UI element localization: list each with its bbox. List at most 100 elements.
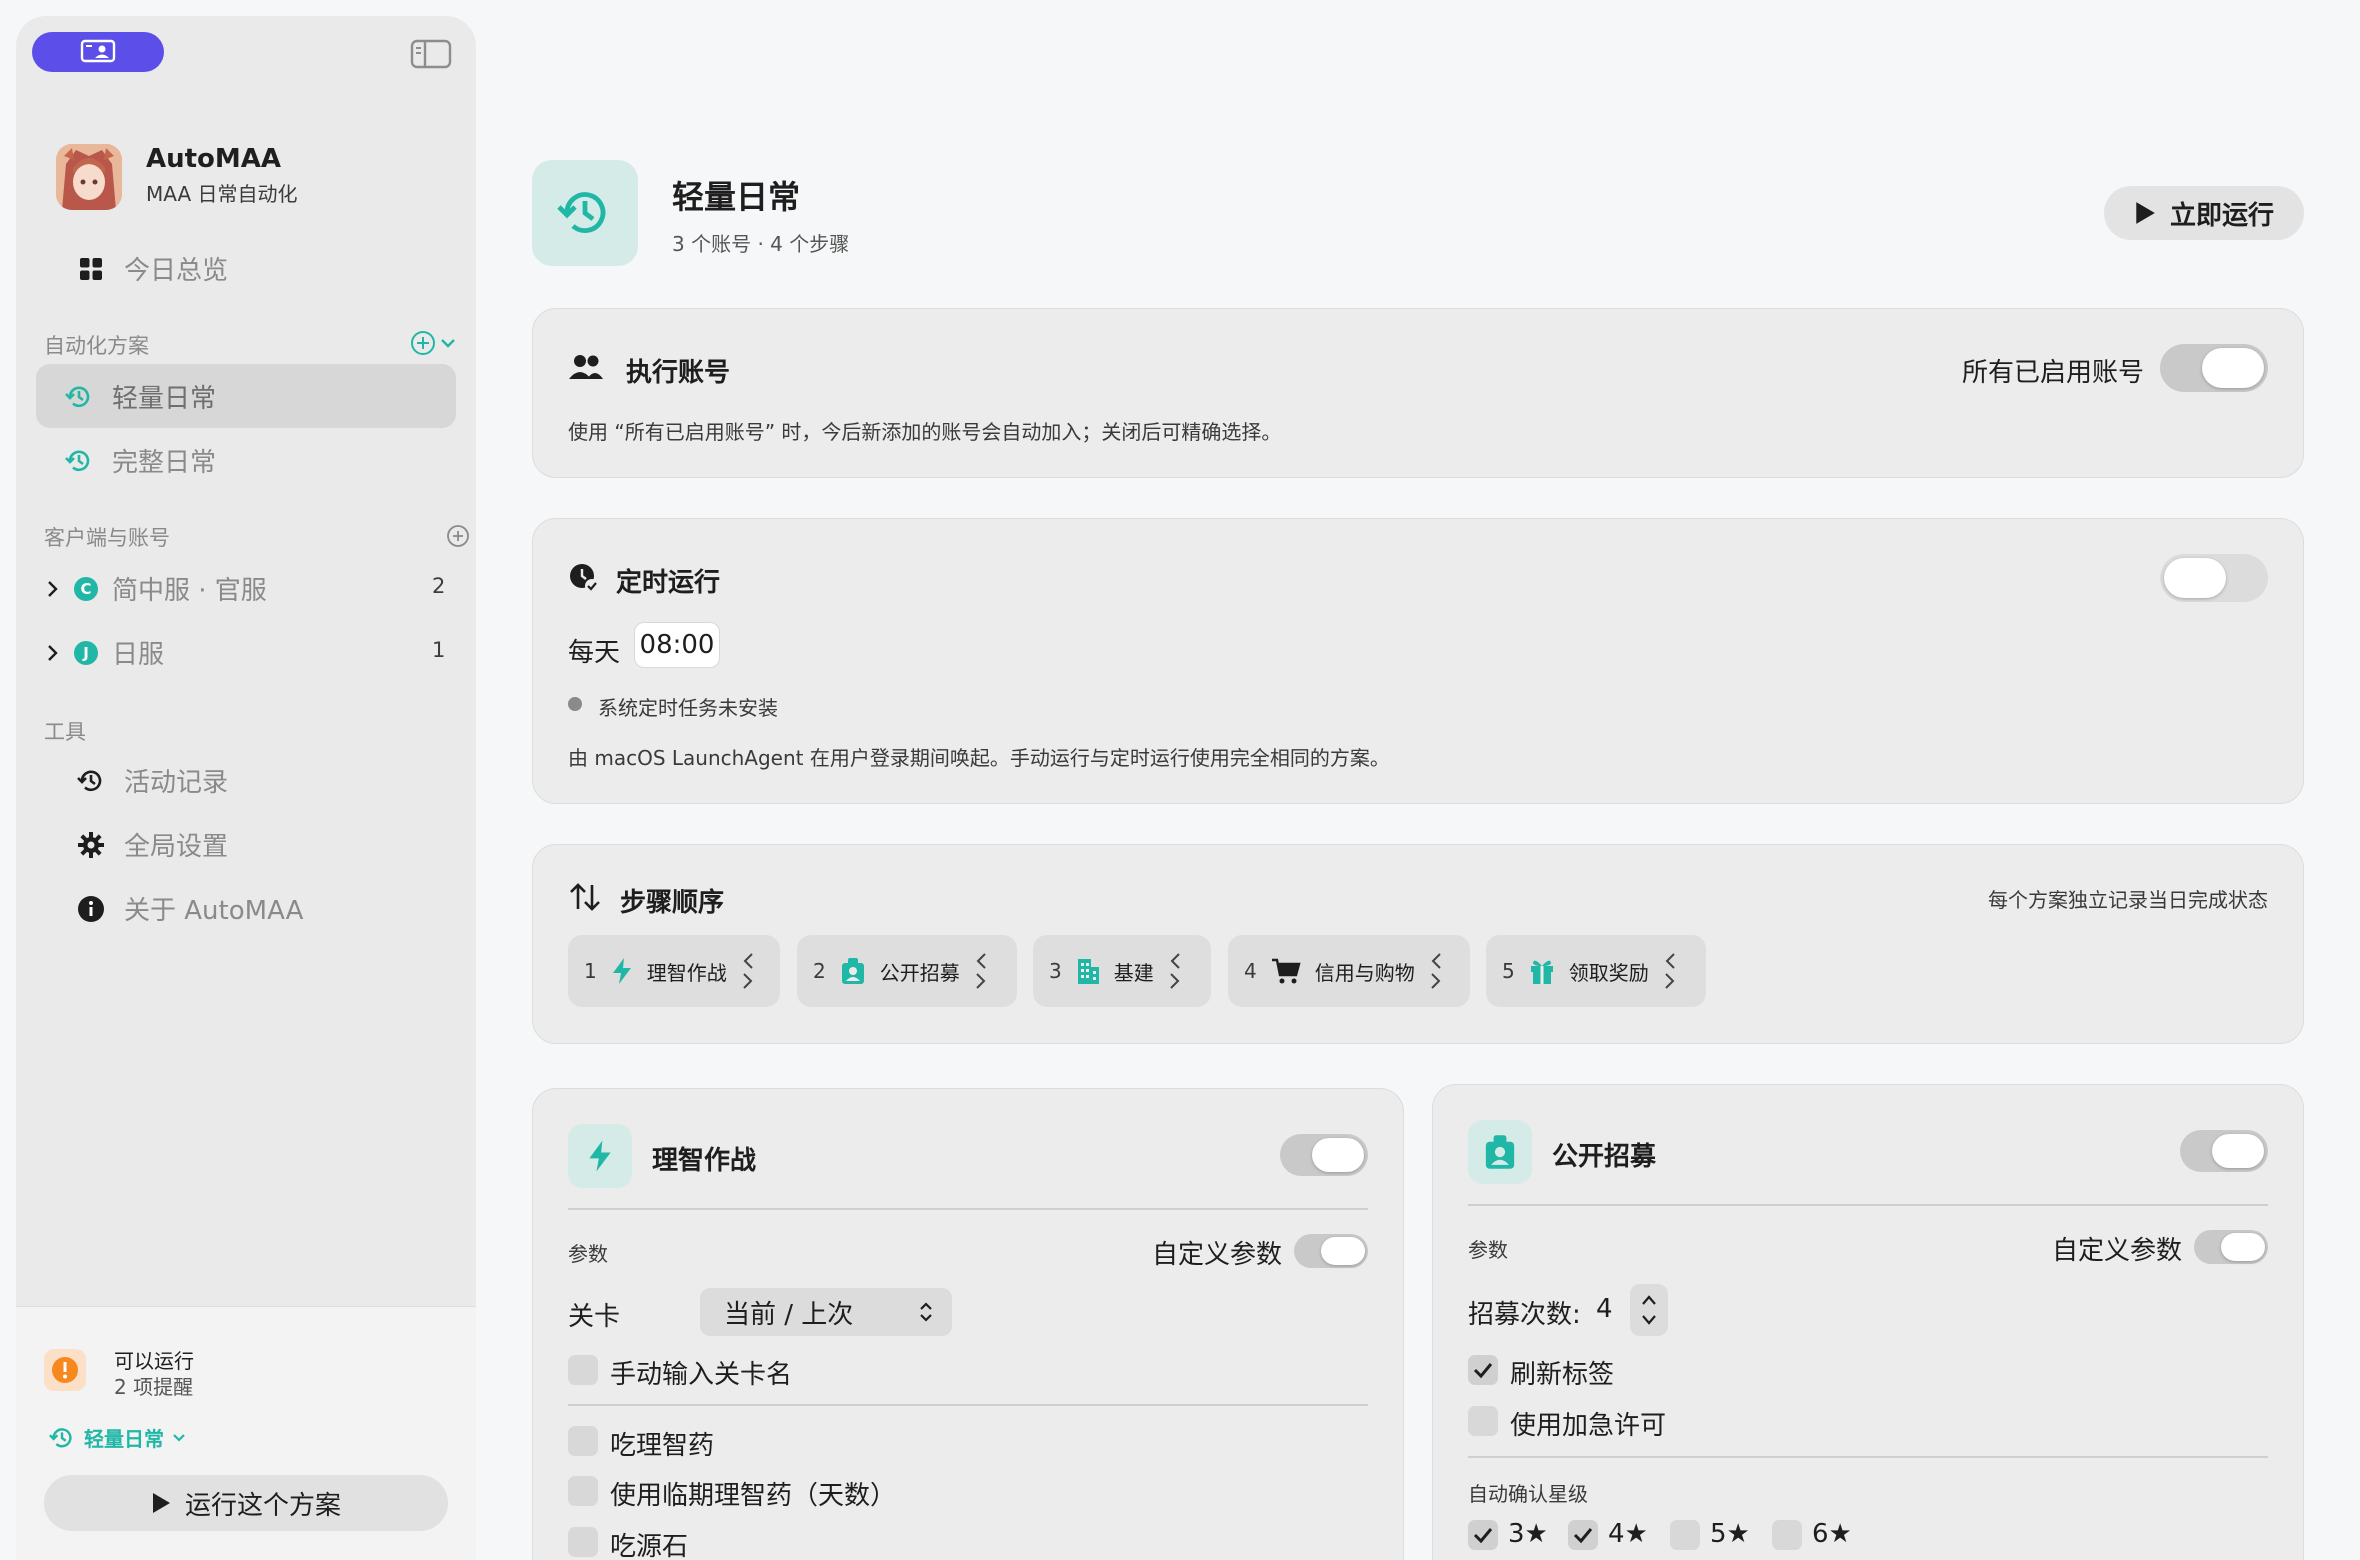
tools-section-title: 工具 <box>44 720 86 744</box>
recruit-custom-toggle[interactable] <box>2194 1230 2268 1264</box>
sidebar-footer: 可以运行 2 项提醒 轻量日常 运行这个方案 <box>16 1306 476 1560</box>
divider <box>568 1404 1368 1406</box>
play-icon <box>2136 202 2155 224</box>
refresh-tags-checkbox[interactable] <box>1468 1355 1498 1385</box>
divider <box>1468 1456 2268 1458</box>
client-label: 日服 <box>112 640 165 670</box>
automation-section-title: 自动化方案 <box>44 334 149 358</box>
history-icon <box>64 446 94 476</box>
add-plan-button[interactable] <box>410 330 456 356</box>
step-label: 基建 <box>1113 960 1154 985</box>
recruit-icon <box>1485 1135 1515 1169</box>
divider <box>568 1208 1368 1210</box>
sidebar-toggle-button[interactable] <box>410 38 452 70</box>
all-accounts-toggle[interactable] <box>2160 344 2268 392</box>
schedule-time-field[interactable]: 08:00 <box>634 622 720 668</box>
page-title: 轻量日常 <box>672 178 801 216</box>
recruit-times-stepper[interactable] <box>1630 1284 1668 1336</box>
client-label: 简中服 · 官服 <box>112 576 267 606</box>
reorder-chevrons-icon[interactable] <box>741 951 755 991</box>
building-icon <box>1077 959 1099 984</box>
status-title: 可以运行 <box>114 1349 194 1373</box>
star5-checkbox[interactable] <box>1670 1520 1700 1550</box>
client-item-cn[interactable]: C 简中服 · 官服 <box>46 570 267 607</box>
recruit-icon <box>841 958 864 984</box>
run-now-label: 立即运行 <box>2169 200 2274 231</box>
schedule-status: 系统定时任务未安装 <box>598 696 778 720</box>
recruit-enable-toggle[interactable] <box>2180 1130 2268 1172</box>
current-plan-selector[interactable]: 轻量日常 <box>48 1423 186 1452</box>
tool-item-activity[interactable]: 活动记录 <box>76 762 228 799</box>
reorder-chevrons-icon[interactable] <box>974 951 988 991</box>
tool-item-about[interactable]: 关于 AutoMAA <box>76 890 303 927</box>
step-chip[interactable]: 2 公开招募 <box>797 935 1017 1007</box>
checkmark-icon <box>1473 1363 1493 1379</box>
add-client-button[interactable] <box>446 524 470 548</box>
use-originium-checkbox[interactable] <box>568 1527 598 1557</box>
app-name: AutoMAA <box>146 144 282 174</box>
bolt-icon <box>589 1140 611 1172</box>
recruit-custom-label: 自定义参数 <box>2052 1236 2183 1266</box>
bolt-icon <box>612 958 631 984</box>
stage-select-value: 当前 / 上次 <box>724 1299 854 1330</box>
stage-select[interactable]: 当前 / 上次 <box>700 1288 952 1336</box>
recruit-card-icon <box>1468 1120 1532 1184</box>
star6-checkbox[interactable] <box>1772 1520 1802 1550</box>
run-plan-button[interactable]: 运行这个方案 <box>44 1475 448 1531</box>
sort-arrows-icon <box>570 883 600 911</box>
chevron-right-icon <box>48 644 58 661</box>
step-chip[interactable]: 4 信用与购物 <box>1228 935 1470 1007</box>
step-label: 理智作战 <box>646 960 727 985</box>
accounts-card <box>532 308 2304 478</box>
use-expiring-potion-checkbox[interactable] <box>568 1476 598 1506</box>
step-label: 信用与购物 <box>1314 960 1415 985</box>
step-number: 2 <box>813 959 826 983</box>
reorder-chevrons-icon[interactable] <box>1663 951 1677 991</box>
step-chip[interactable]: 3 基建 <box>1033 935 1211 1007</box>
schedule-toggle[interactable] <box>2160 554 2268 602</box>
combat-custom-label: 自定义参数 <box>1152 1240 1283 1270</box>
cart-icon <box>1271 958 1301 984</box>
tool-item-settings[interactable]: 全局设置 <box>76 826 228 863</box>
manual-stage-checkbox[interactable] <box>568 1355 598 1385</box>
nav-overview[interactable]: 今日总览 <box>76 250 228 287</box>
reorder-chevrons-icon[interactable] <box>1168 951 1182 991</box>
chevron-right-icon <box>48 580 58 597</box>
combat-title: 理智作战 <box>652 1146 757 1176</box>
option-label: 吃理智药 <box>610 1431 715 1461</box>
app-avatar <box>56 144 122 210</box>
step-chip[interactable]: 5 领取奖励 <box>1486 935 1706 1007</box>
star3-checkbox[interactable] <box>1468 1520 1498 1550</box>
combat-custom-toggle[interactable] <box>1294 1234 1368 1268</box>
confirm-stars-label: 自动确认星级 <box>1468 1482 1588 1506</box>
play-icon <box>152 1493 170 1513</box>
step-chip[interactable]: 1 理智作战 <box>568 935 780 1007</box>
option-label: 刷新标签 <box>1510 1360 1615 1390</box>
run-now-button[interactable]: 立即运行 <box>2104 186 2304 240</box>
star4-checkbox[interactable] <box>1568 1520 1598 1550</box>
reorder-chevrons-icon[interactable] <box>1429 951 1443 991</box>
plan-item-full[interactable]: 完整日常 <box>64 442 216 479</box>
use-expedite-checkbox[interactable] <box>1468 1406 1498 1436</box>
client-item-jp[interactable]: J 日服 <box>46 634 164 671</box>
history-icon <box>64 382 94 412</box>
stage-label: 关卡 <box>568 1302 621 1332</box>
plan-item-label: 轻量日常 <box>112 384 217 414</box>
star-label: 3★ <box>1508 1519 1548 1549</box>
server-badge: J <box>74 640 98 665</box>
option-label: 使用加急许可 <box>1510 1411 1667 1441</box>
clock-check-icon <box>570 564 599 593</box>
clients-section-title: 客户端与账号 <box>44 526 170 550</box>
screen-mode-button[interactable] <box>32 32 164 72</box>
combat-enable-toggle[interactable] <box>1280 1134 1368 1176</box>
plan-item-light[interactable]: 轻量日常 <box>64 378 216 415</box>
use-potion-checkbox[interactable] <box>568 1426 598 1456</box>
step-label: 公开招募 <box>879 960 960 985</box>
step-label: 领取奖励 <box>1568 960 1649 985</box>
info-icon <box>76 894 106 924</box>
sidebar-toggle-icon <box>410 39 452 69</box>
schedule-note: 由 macOS LaunchAgent 在用户登录期间唤起。手动运行与定时运行使… <box>568 746 1390 770</box>
all-accounts-label: 所有已启用账号 <box>1962 358 2145 388</box>
plan-header-icon <box>532 160 638 266</box>
step-number: 4 <box>1244 959 1257 983</box>
